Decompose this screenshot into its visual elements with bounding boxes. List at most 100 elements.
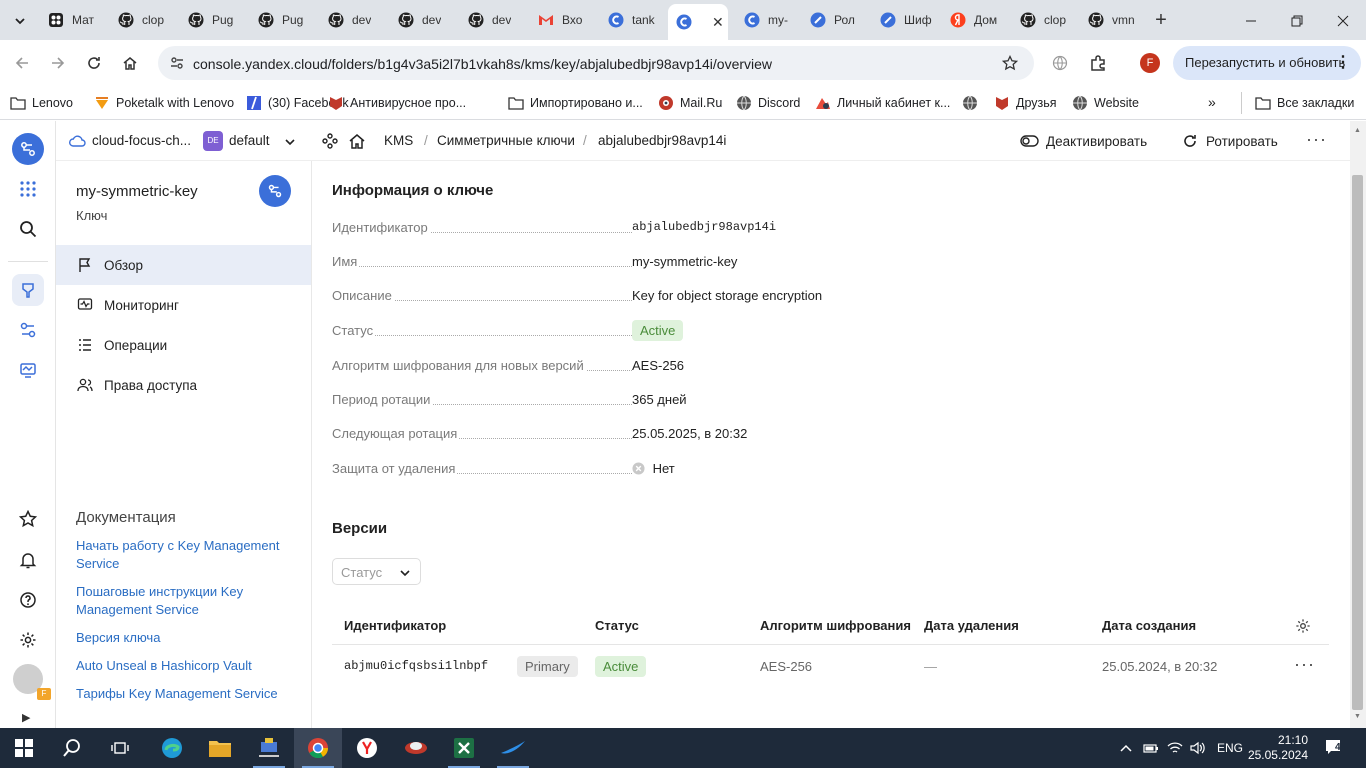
doc-link-auto-unseal[interactable]: Auto Unseal в Hashicorp Vault xyxy=(76,657,296,675)
bookmark-item[interactable]: Импортировано и... xyxy=(508,92,643,114)
app-taskbar-button[interactable] xyxy=(392,728,440,768)
bookmark-item[interactable]: Друзья xyxy=(994,92,1057,114)
bookmark-item[interactable]: Poketalk with Lenovo xyxy=(94,92,234,114)
tree-nodes-icon[interactable] xyxy=(322,133,338,149)
doc-link-step-by-step[interactable]: Пошаговые инструкции Key Management Serv… xyxy=(76,583,296,619)
bookmark-item[interactable]: Личный кабинет к... xyxy=(815,92,950,114)
browser-tab[interactable]: dev xyxy=(458,6,517,34)
search-button[interactable] xyxy=(12,213,44,245)
page-scrollbar[interactable]: ▲ ▼ xyxy=(1350,121,1366,728)
asymmetric-keys-button[interactable] xyxy=(12,314,44,346)
browser-tab-active[interactable]: ✕ xyxy=(668,4,728,40)
scroll-up-icon[interactable]: ▲ xyxy=(1354,127,1361,134)
cloud-name[interactable]: cloud-focus-ch... xyxy=(92,133,191,148)
restore-button[interactable] xyxy=(1274,0,1320,40)
minimize-button[interactable] xyxy=(1228,0,1274,40)
favorites-button[interactable] xyxy=(12,503,44,535)
rotate-button[interactable]: Ротировать xyxy=(1182,131,1278,151)
volume-icon[interactable] xyxy=(1190,728,1206,768)
extensions-icon[interactable] xyxy=(1089,54,1107,72)
star-icon[interactable] xyxy=(1002,55,1018,71)
browser-tab[interactable]: my- xyxy=(734,6,794,34)
expand-rail-icon[interactable]: ▶ xyxy=(22,711,30,724)
explorer-taskbar-button[interactable] xyxy=(196,728,244,768)
reload-button[interactable] xyxy=(82,51,106,75)
messenger-taskbar-button[interactable] xyxy=(489,728,537,768)
relaunch-update-button[interactable]: Перезапустить и обновить ⋮ xyxy=(1173,46,1361,80)
browser-tab[interactable]: Дом xyxy=(940,6,1003,34)
row-actions-icon[interactable]: ··· xyxy=(1294,654,1315,675)
taskbar-search-button[interactable] xyxy=(48,728,96,768)
back-button[interactable] xyxy=(10,51,34,75)
translate-globe-icon[interactable] xyxy=(1052,55,1068,71)
all-services-button[interactable] xyxy=(12,173,44,205)
address-bar[interactable]: console.yandex.cloud/folders/b1g4v3a5i2l… xyxy=(158,46,1034,80)
help-button[interactable] xyxy=(12,584,44,616)
wifi-icon[interactable] xyxy=(1167,728,1183,768)
browser-tab[interactable]: Рол xyxy=(800,6,861,34)
menu-item-monitoring[interactable]: Мониторинг xyxy=(56,285,311,325)
browser-tab[interactable]: Мат xyxy=(38,6,100,34)
close-tab-icon[interactable]: ✕ xyxy=(712,14,724,31)
bookmark-item[interactable]: Антивирусное про... xyxy=(328,92,466,114)
bookmark-item[interactable] xyxy=(962,92,984,114)
settings-button[interactable] xyxy=(12,624,44,656)
yandex-browser-taskbar-button[interactable] xyxy=(343,728,391,768)
forward-button[interactable] xyxy=(46,51,70,75)
breadcrumb-symmetric-keys[interactable]: Симметричные ключи xyxy=(437,133,575,148)
home-icon[interactable] xyxy=(348,132,366,150)
bookmark-item[interactable]: Lenovo xyxy=(10,92,73,114)
bookmarks-overflow-icon[interactable]: » xyxy=(1208,94,1216,110)
browser-tab[interactable]: Вхо xyxy=(528,6,588,34)
bookmark-item[interactable]: Mail.Ru xyxy=(658,92,722,114)
browser-tab[interactable]: clop xyxy=(108,6,170,34)
gear-icon[interactable] xyxy=(1295,618,1311,634)
edge-taskbar-button[interactable] xyxy=(148,728,196,768)
deactivate-button[interactable]: Деактивировать xyxy=(1020,131,1147,151)
menu-item-operations[interactable]: Операции xyxy=(56,325,311,365)
tab-search-button[interactable] xyxy=(8,8,32,32)
browser-tab[interactable]: tank xyxy=(598,6,661,34)
start-button[interactable] xyxy=(0,728,48,768)
bookmark-item[interactable]: Website xyxy=(1072,92,1139,114)
notifications-button[interactable] xyxy=(12,544,44,576)
site-info-icon[interactable] xyxy=(170,56,184,70)
menu-item-access[interactable]: Права доступа xyxy=(56,365,311,405)
table-row[interactable]: abjmu0icfqsbsi1lnbpf Primary Active AES-… xyxy=(332,646,1329,686)
scroll-down-icon[interactable]: ▼ xyxy=(1354,713,1361,720)
browser-tab[interactable]: dev xyxy=(318,6,377,34)
doc-link-pricing[interactable]: Тарифы Key Management Service xyxy=(76,685,296,703)
browser-tab[interactable]: Pug xyxy=(178,6,239,34)
tray-overflow-icon[interactable] xyxy=(1119,728,1133,768)
user-avatar-button[interactable]: F xyxy=(12,663,51,700)
doc-link-getting-started[interactable]: Начать работу с Key Management Service xyxy=(76,537,296,573)
scrollbar-thumb[interactable] xyxy=(1352,175,1363,710)
task-view-button[interactable] xyxy=(96,728,144,768)
notification-center-button[interactable]: 4 xyxy=(1324,728,1346,768)
monitoring-service-button[interactable] xyxy=(12,354,44,386)
browser-tab[interactable]: dev xyxy=(388,6,447,34)
all-bookmarks-button[interactable]: Все закладки xyxy=(1255,92,1354,114)
clock[interactable]: 21:10 25.05.2024 xyxy=(1248,728,1308,768)
bookmark-item[interactable]: Discord xyxy=(736,92,800,114)
profile-avatar[interactable]: F xyxy=(1140,53,1160,73)
battery-icon[interactable] xyxy=(1143,728,1159,768)
kms-service-button[interactable] xyxy=(12,133,44,165)
status-filter-select[interactable]: Статус xyxy=(332,558,421,585)
browser-tab[interactable]: vmn xyxy=(1078,6,1141,34)
language-indicator[interactable]: ENG xyxy=(1217,728,1243,768)
chrome-taskbar-button[interactable] xyxy=(294,728,342,768)
kms-keys-button[interactable] xyxy=(12,274,44,306)
network-app-taskbar-button[interactable] xyxy=(245,728,293,768)
home-button[interactable] xyxy=(118,51,142,75)
doc-link-key-version[interactable]: Версия ключа xyxy=(76,629,296,647)
menu-item-overview[interactable]: Обзор xyxy=(56,245,311,285)
folder-name[interactable]: default xyxy=(229,133,270,148)
browser-tab[interactable]: Pug xyxy=(248,6,309,34)
browser-tab[interactable]: clop xyxy=(1010,6,1072,34)
more-actions-icon[interactable]: ··· xyxy=(1306,129,1327,150)
close-window-button[interactable] xyxy=(1320,0,1366,40)
chevron-down-icon[interactable] xyxy=(284,136,296,148)
excel-taskbar-button[interactable] xyxy=(440,728,488,768)
new-tab-button[interactable]: + xyxy=(1149,8,1173,32)
